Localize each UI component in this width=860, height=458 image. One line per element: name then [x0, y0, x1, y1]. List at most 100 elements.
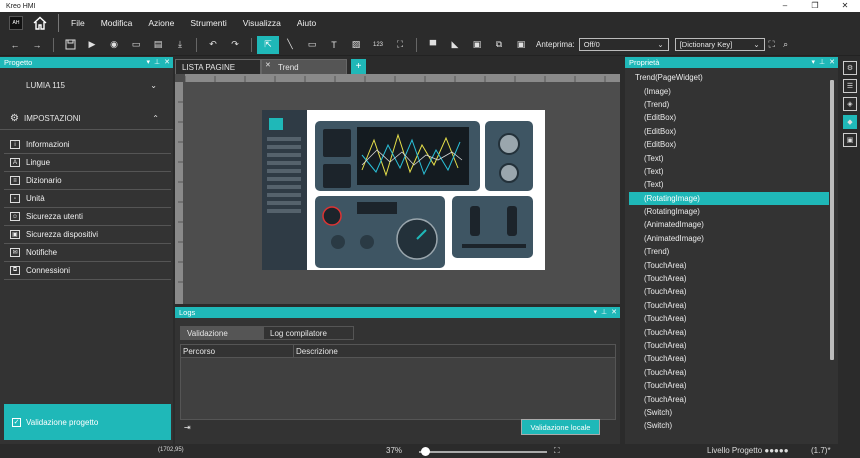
- tree-item[interactable]: (AnimatedImage): [629, 232, 829, 245]
- menu-azione[interactable]: Azione: [148, 18, 174, 28]
- nav-item-notifiche[interactable]: ✉ Notifiche: [4, 244, 171, 262]
- tree-item[interactable]: (EditBox): [629, 111, 829, 124]
- project-selector[interactable]: LUMIA 115 ⌄: [8, 76, 165, 94]
- add-tab-button[interactable]: +: [351, 59, 366, 74]
- screen-icon[interactable]: ▭: [125, 36, 147, 54]
- menu-modifica[interactable]: Modifica: [101, 18, 133, 28]
- panel-menu-icon[interactable]: ▾: [147, 57, 151, 68]
- panel-menu-icon[interactable]: ▾: [594, 307, 598, 318]
- tree-item[interactable]: (Image): [629, 84, 829, 97]
- tree-item[interactable]: (TouchArea): [629, 285, 829, 298]
- settings-gear-icon[interactable]: ⚙: [843, 61, 857, 75]
- list-icon[interactable]: ☰: [843, 79, 857, 93]
- tree-item[interactable]: (Text): [629, 151, 829, 164]
- pin-icon[interactable]: ⊥: [601, 307, 607, 318]
- nav-item-lingue[interactable]: A Lingue: [4, 154, 171, 172]
- align-icon[interactable]: ◣: [444, 36, 466, 54]
- properties-scrollbar[interactable]: [830, 80, 834, 360]
- nav-item-informazioni[interactable]: i Informazioni: [4, 136, 171, 154]
- tree-item[interactable]: (AnimatedImage): [629, 218, 829, 231]
- send-back-icon[interactable]: ▣: [510, 36, 532, 54]
- menu-visualizza[interactable]: Visualizza: [243, 18, 281, 28]
- settings-section-header[interactable]: ⚙ IMPOSTAZIONI ⌃: [0, 108, 173, 130]
- dictionary-dropdown[interactable]: [Dictionary Key] ⌄: [674, 38, 765, 51]
- panel-close-icon[interactable]: ✕: [164, 57, 170, 68]
- image-tool-icon[interactable]: ▨: [345, 36, 367, 54]
- pin-icon[interactable]: ⊥: [819, 57, 825, 68]
- panel-close-icon[interactable]: ✕: [829, 57, 835, 68]
- rectangle-tool-icon[interactable]: ▭: [301, 36, 323, 54]
- nav-item-dizionario[interactable]: ≡ Dizionario: [4, 172, 171, 190]
- home-icon[interactable]: [32, 16, 48, 30]
- tree-item[interactable]: (TouchArea): [629, 392, 829, 405]
- tree-item[interactable]: (Text): [629, 165, 829, 178]
- column-header-percorso[interactable]: Percorso: [181, 345, 294, 357]
- redo-icon[interactable]: ↷: [224, 36, 246, 54]
- panel-close-icon[interactable]: ✕: [611, 307, 617, 318]
- tree-item[interactable]: (Switch): [629, 419, 829, 432]
- tree-item[interactable]: (TouchArea): [629, 258, 829, 271]
- validation-toggle[interactable]: ✓ Validazione progetto: [4, 404, 171, 440]
- menu-file[interactable]: File: [71, 18, 85, 28]
- tree-item[interactable]: (TouchArea): [629, 312, 829, 325]
- column-header-descrizione[interactable]: Descrizione: [294, 345, 615, 357]
- stack-icon[interactable]: ◆: [843, 115, 857, 129]
- close-button[interactable]: ✕: [830, 0, 860, 12]
- export-icon[interactable]: ⇥: [184, 423, 191, 432]
- tree-item[interactable]: (TouchArea): [629, 272, 829, 285]
- tab-trend[interactable]: ✕ Trend: [261, 59, 347, 74]
- panel-menu-icon[interactable]: ▾: [812, 57, 816, 68]
- nav-item-unita[interactable]: ▫ Unità: [4, 190, 171, 208]
- preview-dropdown[interactable]: Off/0 ⌄: [578, 38, 669, 51]
- tree-item[interactable]: (Switch): [629, 406, 829, 419]
- tab-lista-pagine[interactable]: LISTA PAGINE: [175, 59, 261, 74]
- zoom-slider-handle[interactable]: [421, 447, 430, 456]
- tab-validazione[interactable]: Validazione: [180, 326, 263, 340]
- fit-screen-icon[interactable]: ⛶: [765, 36, 779, 54]
- tree-item[interactable]: (TouchArea): [629, 379, 829, 392]
- clipboard-icon[interactable]: ▤: [147, 36, 169, 54]
- page-icon[interactable]: ▣: [843, 133, 857, 147]
- group-icon[interactable]: ⧉: [488, 36, 510, 54]
- pin-icon[interactable]: ⊥: [154, 57, 160, 68]
- nav-item-sicurezza-dispositivi[interactable]: ▣ Sicurezza dispositivi: [4, 226, 171, 244]
- checkbox-checked-icon[interactable]: ✓: [12, 417, 21, 427]
- tree-item[interactable]: (Trend): [629, 98, 829, 111]
- back-arrow-icon[interactable]: ←: [4, 36, 26, 54]
- select-pointer-icon[interactable]: ⇱: [257, 35, 279, 54]
- resize-tool-icon[interactable]: ⛶: [389, 36, 411, 54]
- numeric-tool-icon[interactable]: 123: [367, 36, 389, 54]
- tree-item[interactable]: (EditBox): [629, 138, 829, 151]
- design-canvas[interactable]: [175, 74, 620, 304]
- tree-item[interactable]: (TouchArea): [629, 366, 829, 379]
- forward-arrow-icon[interactable]: →: [26, 36, 48, 54]
- tree-item[interactable]: (Trend): [629, 245, 829, 258]
- zoom-slider[interactable]: [419, 451, 547, 453]
- page-artboard[interactable]: [262, 110, 545, 270]
- save-icon[interactable]: [59, 36, 81, 54]
- tree-item[interactable]: (Text): [629, 178, 829, 191]
- fit-screen-icon[interactable]: ⛶: [554, 446, 560, 456]
- download-icon[interactable]: ⤓: [169, 36, 191, 54]
- tree-root-item[interactable]: Trend(PageWidget): [629, 71, 829, 84]
- play-icon[interactable]: ▶: [81, 36, 103, 54]
- undo-icon[interactable]: ↶: [202, 36, 224, 54]
- tab-close-icon[interactable]: ✕: [265, 61, 271, 69]
- layers-icon[interactable]: ◈: [843, 97, 857, 111]
- menu-strumenti[interactable]: Strumenti: [190, 18, 226, 28]
- align-top-icon[interactable]: ▀: [422, 36, 444, 54]
- local-validation-button[interactable]: Validazione locale: [521, 419, 600, 435]
- tree-item-selected[interactable]: (RotatingImage): [629, 191, 829, 205]
- text-tool-icon[interactable]: T: [323, 36, 345, 54]
- minimize-button[interactable]: –: [770, 0, 800, 12]
- tree-item[interactable]: (EditBox): [629, 125, 829, 138]
- nav-item-sicurezza-utenti[interactable]: ☺ Sicurezza utenti: [4, 208, 171, 226]
- maximize-button[interactable]: ❐: [800, 0, 830, 12]
- line-tool-icon[interactable]: ╲: [279, 36, 301, 54]
- bring-front-icon[interactable]: ▣: [466, 36, 488, 54]
- tree-item[interactable]: (TouchArea): [629, 352, 829, 365]
- tree-item[interactable]: (TouchArea): [629, 339, 829, 352]
- tree-item[interactable]: (TouchArea): [629, 299, 829, 312]
- nav-item-connessioni[interactable]: ⧉ Connessioni: [4, 262, 171, 280]
- tree-item[interactable]: (TouchArea): [629, 325, 829, 338]
